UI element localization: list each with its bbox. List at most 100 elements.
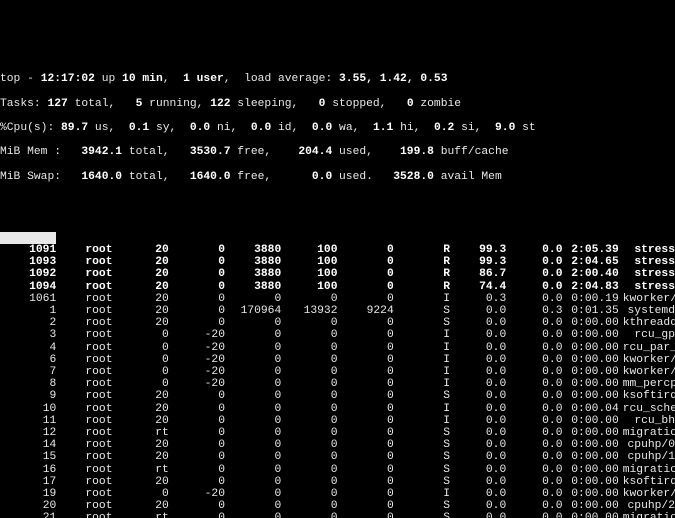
cell-user: root [56,415,112,427]
cell-cpu: 0.0 [450,378,506,390]
cell-mem: 0.0 [506,427,562,439]
cell-mem: 0.0 [506,488,562,500]
cell-shr: 0 [338,451,394,463]
cell-virt: 0 [225,476,281,488]
cell-user: root [56,488,112,500]
process-row[interactable]: 21rootrt0000S0.00.00:00.00migration/2 [0,512,675,518]
cell-user: root [56,268,112,280]
cell-res: 0 [281,500,337,512]
process-row[interactable]: 14root200000S0.00.00:00.00cpuhp/0 [0,439,675,451]
cell-cmd: stress [619,281,675,293]
cell-time: 0:00.04 [563,403,619,415]
cell-mem: 0.0 [506,329,562,341]
cell-ni: 0 [169,256,225,268]
process-row[interactable]: 20root200000S0.00.00:00.00cpuhp/2 [0,500,675,512]
process-row[interactable]: 1093root20038801000R99.30.02:04.65stress [0,256,675,268]
tasks-total: 127 [47,98,67,110]
process-row[interactable]: 1092root20038801000R86.70.02:00.40stress [0,268,675,280]
cell-time: 0:00.00 [563,415,619,427]
process-row[interactable]: 2root200000S0.00.00:00.00kthreadd [0,317,675,329]
cell-pr: 20 [113,244,169,256]
process-row[interactable]: 8root0-20000I0.00.00:00.00mm_percpu_wq [0,378,675,390]
cell-cpu: 0.0 [450,427,506,439]
cell-virt: 0 [225,415,281,427]
cell-cmd: migration/0 [619,427,675,439]
cell-mem: 0.0 [506,439,562,451]
cell-mem: 0.0 [506,476,562,488]
cell-user: root [56,439,112,451]
process-row[interactable]: 4root0-20000I0.00.00:00.00rcu_par_gp [0,342,675,354]
process-row[interactable]: 17root200000S0.00.00:00.00ksoftirqd/1 [0,476,675,488]
cell-virt: 170964 [225,305,281,317]
cell-ni: 0 [169,293,225,305]
cell-s: S [394,390,450,402]
cell-pr: 0 [113,488,169,500]
cell-res: 0 [281,342,337,354]
process-row[interactable]: 11root200000I0.00.00:00.00rcu_bh [0,415,675,427]
summary-line-uptime: top - 12:17:02 up 10 min, 1 user, load a… [0,73,675,85]
process-table-header[interactable]: PID USER PR NI VIRT RES SHR S %CPU %MEM … [0,232,56,244]
cell-time: 0:00.00 [563,512,619,518]
mem-free: 3530.7 [190,146,231,158]
process-row[interactable]: 1091root20038801000R99.30.02:05.39stress [0,244,675,256]
cell-virt: 3880 [225,281,281,293]
process-row[interactable]: 12rootrt0000S0.00.00:00.00migration/0 [0,427,675,439]
cell-user: root [56,293,112,305]
cell-cmd: migration/2 [619,512,675,518]
cell-mem: 0.0 [506,500,562,512]
cell-virt: 0 [225,378,281,390]
cell-ni: -20 [169,366,225,378]
cpu-ni: 0.0 [190,122,210,134]
cell-res: 100 [281,256,337,268]
process-row[interactable]: 1094root20038801000R74.40.02:04.83stress [0,281,675,293]
cell-cpu: 0.0 [450,305,506,317]
cell-virt: 0 [225,451,281,463]
cell-pr: rt [113,512,169,518]
cell-res: 0 [281,439,337,451]
cell-mem: 0.0 [506,390,562,402]
cell-ni: 0 [169,512,225,518]
cell-cpu: 0.0 [450,464,506,476]
cell-pr: 0 [113,366,169,378]
cell-s: S [394,317,450,329]
cell-shr: 0 [338,366,394,378]
cell-user: root [56,342,112,354]
cell-ni: 0 [169,476,225,488]
cell-cmd: kworker/u8:0-events_unbound [619,366,675,378]
cell-ni: 0 [169,281,225,293]
cell-pr: 20 [113,403,169,415]
cell-pr: 20 [113,451,169,463]
cell-user: root [56,329,112,341]
cell-user: root [56,403,112,415]
swap-avail: 3528.0 [393,171,434,183]
cell-res: 0 [281,378,337,390]
process-row[interactable]: 6root0-20000I0.00.00:00.00kworker/0:0H-k… [0,354,675,366]
process-row[interactable]: 1root200170964139329224S0.00.30:01.35sys… [0,305,675,317]
cell-s: S [394,451,450,463]
cell-res: 0 [281,293,337,305]
cell-s: S [394,464,450,476]
cell-shr: 0 [338,268,394,280]
cpu-hi: 1.1 [373,122,393,134]
process-row[interactable]: 9root200000S0.00.00:00.00ksoftirqd/0 [0,390,675,402]
process-row[interactable]: 10root200000I0.00.00:00.04rcu_sched [0,403,675,415]
cell-s: R [394,256,450,268]
process-row[interactable]: 16rootrt0000S0.00.00:00.00migration/1 [0,464,675,476]
terminal[interactable]: top - 12:17:02 up 10 min, 1 user, load a… [0,49,675,518]
cell-s: R [394,281,450,293]
process-row[interactable]: 15root200000S0.00.00:00.00cpuhp/1 [0,451,675,463]
cell-shr: 0 [338,464,394,476]
cell-mem: 0.0 [506,268,562,280]
uptime-value: 10 min [122,73,163,85]
process-row[interactable]: 1061root200000I0.30.00:00.19kworker/3:0-… [0,293,675,305]
cpu-st: 9.0 [495,122,515,134]
cell-s: I [394,488,450,500]
process-row[interactable]: 19root0-20000I0.00.00:00.00kworker/1:0H-… [0,488,675,500]
cell-mem: 0.0 [506,512,562,518]
cell-pr: 0 [113,342,169,354]
process-row[interactable]: 7root0-20000I0.00.00:00.00kworker/u8:0-e… [0,366,675,378]
cell-ni: 0 [169,317,225,329]
mem-buff: 199.8 [400,146,434,158]
process-row[interactable]: 3root0-20000I0.00.00:00.00rcu_gp [0,329,675,341]
cell-user: root [56,281,112,293]
